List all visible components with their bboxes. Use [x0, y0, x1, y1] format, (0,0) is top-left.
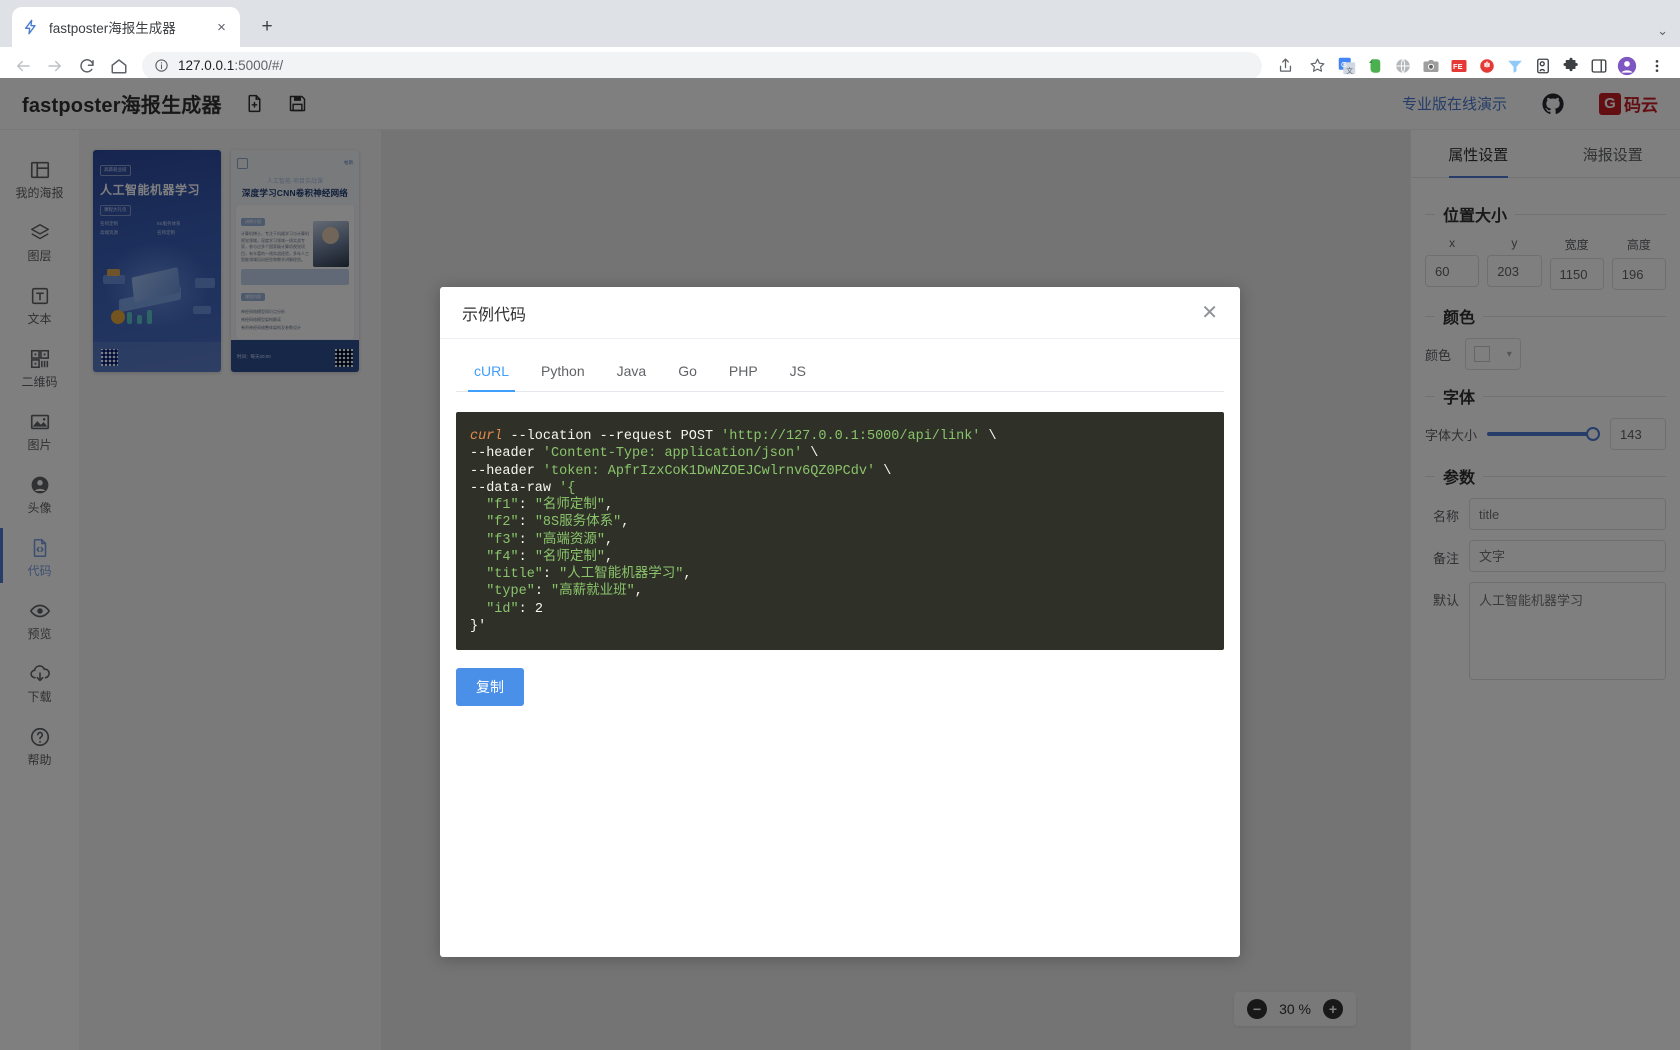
code-closing: }' — [470, 618, 487, 634]
tab-go[interactable]: Go — [662, 353, 713, 391]
code-continuation: \ — [988, 429, 997, 444]
new-tab-button[interactable]: + — [252, 12, 282, 42]
code-sample: curl --location --request POST 'http://1… — [456, 412, 1224, 650]
code-continuation: \ — [883, 463, 892, 479]
dialog-header: 示例代码 ✕ — [440, 287, 1240, 339]
copy-button[interactable]: 复制 — [456, 668, 524, 706]
code-key: "id" — [486, 601, 519, 617]
code-header-flag: --header — [470, 463, 543, 479]
camera-icon[interactable] — [1418, 53, 1444, 79]
tab-php[interactable]: PHP — [713, 353, 774, 391]
url-path: :5000/#/ — [234, 58, 284, 73]
code-value: "名师定制" — [534, 549, 606, 565]
puzzle-icon[interactable] — [1558, 53, 1584, 79]
code-value: "人工智能机器学习" — [559, 567, 684, 583]
svg-text:文: 文 — [1346, 65, 1353, 74]
code-key: "f1" — [486, 498, 519, 514]
forward-icon[interactable] — [40, 51, 70, 81]
code-token-value: 'token: ApfrIzxCoK1DwNZOEJCwlrnv6QZ0PCdv… — [542, 463, 876, 479]
translate-icon[interactable]: G文 — [1334, 53, 1360, 79]
code-key: "f2" — [486, 515, 519, 531]
code-value: 2 — [534, 601, 543, 617]
code-comma: , — [605, 498, 614, 514]
code-command: curl — [470, 429, 503, 444]
fe-icon[interactable]: FE — [1446, 53, 1472, 79]
web-app: fastposter海报生成器 专业版在线演示 G 码云 — [0, 78, 1680, 1050]
code-value: "8S服务体系" — [534, 515, 622, 531]
url-host: 127.0.0.1 — [178, 58, 235, 73]
svg-text:FE: FE — [1453, 62, 1463, 71]
funnel-icon[interactable] — [1502, 53, 1528, 79]
code-comma: , — [621, 515, 630, 531]
code-sample-dialog: 示例代码 ✕ cURL Python Java Go PHP JS curl -… — [440, 287, 1240, 957]
evernote-icon[interactable] — [1362, 53, 1388, 79]
close-icon[interactable]: ✕ — [1201, 303, 1218, 323]
browser-window: fastposter海报生成器 × + ⌄ 127.0.0.1:5000/#/ — [0, 0, 1680, 1050]
code-dataraw-open: '{ — [559, 480, 576, 496]
lightning-icon — [22, 18, 40, 36]
code-key: "title" — [486, 567, 543, 583]
code-comma: , — [634, 584, 643, 600]
address-bar[interactable]: 127.0.0.1:5000/#/ — [142, 51, 1262, 80]
language-tabs: cURL Python Java Go PHP JS — [456, 353, 1224, 392]
star-icon[interactable] — [1302, 51, 1332, 81]
globe-icon[interactable] — [1390, 53, 1416, 79]
sidepanel-icon[interactable] — [1586, 53, 1612, 79]
code-dataraw-flag: --data-raw — [470, 480, 560, 496]
tab-title: fastposter海报生成器 — [49, 21, 176, 36]
tab-java[interactable]: Java — [601, 353, 663, 391]
pocket-icon[interactable] — [1530, 53, 1556, 79]
code-value: "高薪就业班" — [551, 584, 635, 600]
tab-python[interactable]: Python — [525, 353, 601, 391]
code-comma: , — [605, 549, 614, 565]
profile-avatar[interactable] — [1614, 53, 1640, 79]
three-dot-menu[interactable] — [1642, 51, 1672, 81]
back-icon[interactable] — [8, 51, 38, 81]
window-controls: ⌄ — [1657, 23, 1680, 47]
tab-js[interactable]: JS — [774, 353, 822, 391]
dialog-title: 示例代码 — [462, 306, 527, 324]
code-url: 'http://127.0.0.1:5000/api/link' — [721, 429, 981, 444]
url-text: 127.0.0.1:5000/#/ — [178, 58, 283, 73]
tab-strip: fastposter海报生成器 × + ⌄ — [0, 0, 1680, 47]
reload-icon[interactable] — [72, 51, 102, 81]
home-icon[interactable] — [104, 51, 134, 81]
code-header-flag: --header — [470, 446, 543, 462]
code-key: "type" — [486, 584, 535, 600]
browser-tab[interactable]: fastposter海报生成器 × — [12, 7, 240, 47]
code-comma: , — [605, 532, 614, 548]
chevron-down-icon[interactable]: ⌄ — [1657, 23, 1668, 39]
info-icon[interactable] — [154, 58, 169, 73]
tab-curl[interactable]: cURL — [458, 353, 525, 392]
code-comma: , — [683, 567, 692, 583]
code-flags: --location --request POST — [502, 429, 722, 444]
code-header-value: 'Content-Type: application/json' — [542, 446, 803, 462]
adblock-icon[interactable] — [1474, 53, 1500, 79]
code-value: "名师定制" — [534, 498, 606, 514]
share-icon[interactable] — [1270, 51, 1300, 81]
dialog-body: cURL Python Java Go PHP JS curl --locati… — [440, 339, 1240, 957]
close-icon[interactable]: × — [213, 19, 230, 36]
code-key: "f3" — [486, 532, 519, 548]
code-value: "高端资源" — [534, 532, 606, 548]
code-continuation: \ — [810, 446, 819, 462]
code-key: "f4" — [486, 549, 519, 565]
